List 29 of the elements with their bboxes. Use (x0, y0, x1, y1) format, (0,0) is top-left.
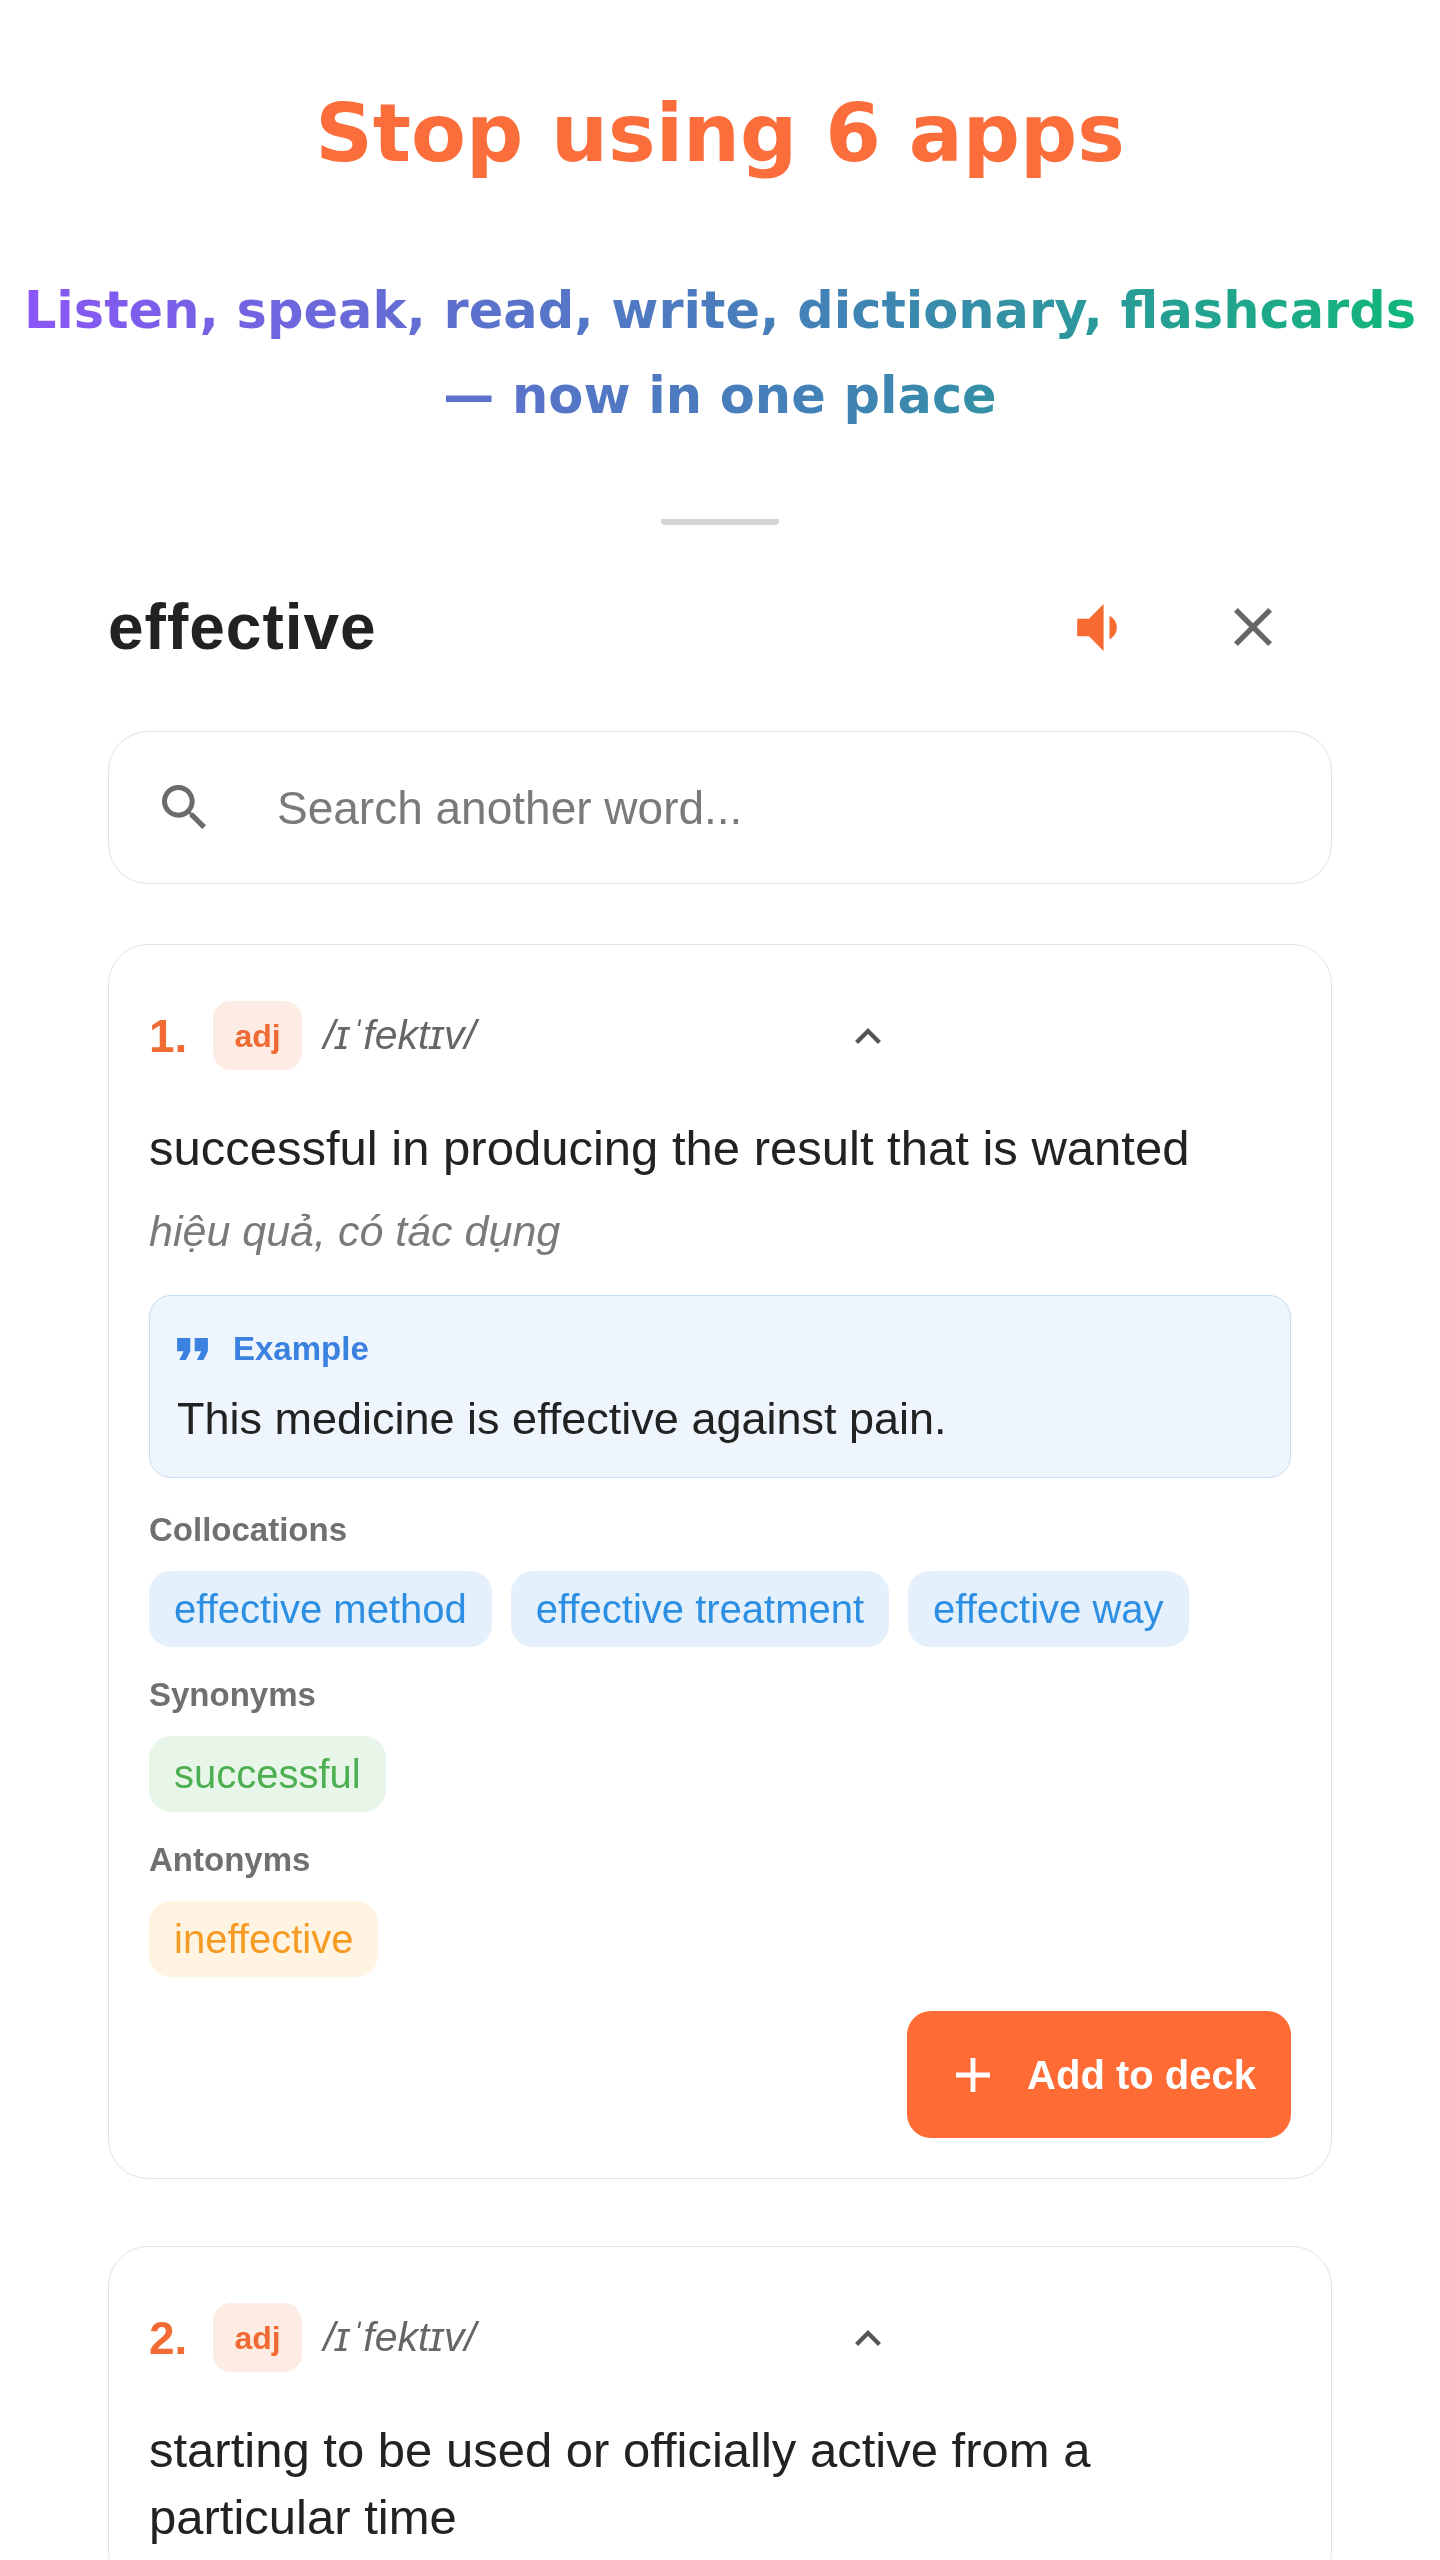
part-of-speech-tag: adj (213, 1001, 302, 1070)
plus-icon (956, 2057, 991, 2092)
example-sentence: This medicine is effective against pain. (177, 1392, 948, 1446)
collocation-tag[interactable]: effective way (908, 1571, 1189, 1647)
speaker-icon[interactable] (1077, 603, 1117, 651)
chevron-up-icon[interactable] (855, 1027, 881, 1044)
search-field[interactable]: Search another word... (108, 731, 1332, 884)
section-label: Collocations (149, 1510, 349, 1550)
definition-text: successful in producing the result that is wanted (149, 1120, 1191, 1177)
word-title: effective (108, 592, 377, 662)
collocation-tag[interactable]: effective treatment (510, 1571, 890, 1647)
add-to-deck-button[interactable]: Add to deck (907, 2011, 1291, 2138)
translation-text: hiệu quả, có tác dụng (149, 1206, 562, 1257)
antonym-tag[interactable]: ineffective (149, 1901, 379, 1977)
sense-number: 2. (149, 2314, 188, 2361)
definition-text: starting to be used or officially active from a particular time (149, 2422, 1092, 2546)
search-icon (162, 785, 206, 829)
synonym-tag[interactable]: successful (149, 1736, 386, 1812)
chevron-up-icon[interactable] (855, 2329, 881, 2346)
collocation-tag[interactable]: effective method (149, 1571, 492, 1647)
section-label: Synonyms (149, 1675, 317, 1715)
part-of-speech-tag: adj (213, 2303, 302, 2372)
headline-title: Stop using 6 apps (315, 86, 1125, 182)
section-label: Antonyms (149, 1840, 312, 1880)
close-icon[interactable] (1234, 608, 1272, 646)
drag-handle[interactable] (661, 519, 779, 525)
quote-icon (177, 1338, 208, 1360)
sense-number: 1. (149, 1012, 188, 1059)
example-label: Example (233, 1329, 369, 1369)
